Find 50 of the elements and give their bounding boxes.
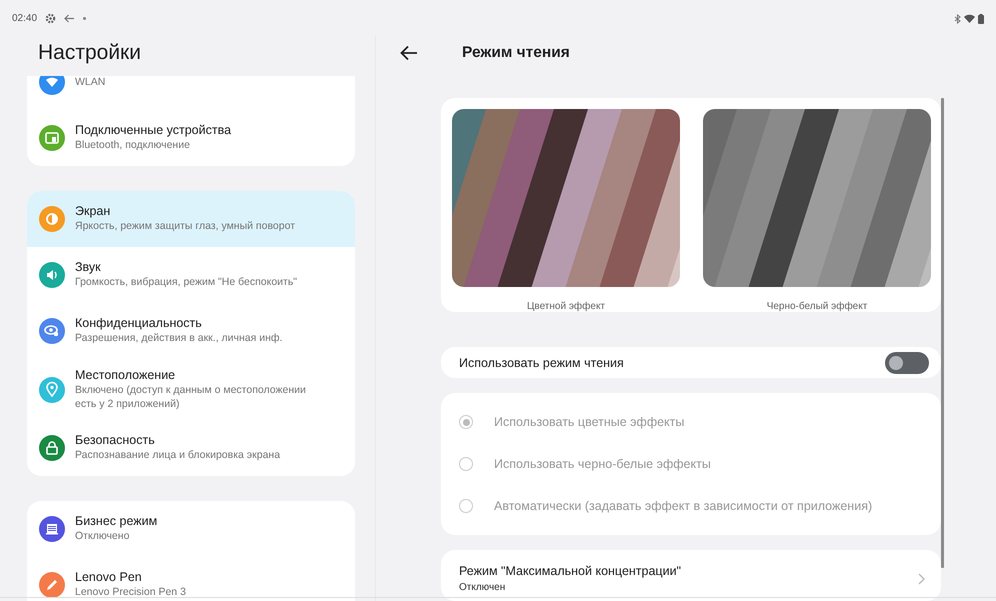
toggle-label: Использовать режим чтения bbox=[459, 356, 624, 370]
toggle-switch[interactable] bbox=[885, 352, 929, 374]
radio-label: Автоматически (задавать эффект в зависимости от приложения) bbox=[494, 499, 872, 513]
item-subtitle: WLAN bbox=[75, 76, 106, 90]
scrollbar[interactable] bbox=[941, 98, 944, 568]
item-subtitle: Lenovo Precision Pen 3 bbox=[75, 586, 186, 600]
preview-caption: Черно-белый эффект bbox=[766, 301, 868, 312]
settings-item[interactable]: Lenovo Pen Lenovo Precision Pen 3 bbox=[27, 557, 355, 601]
item-title: Безопасность bbox=[75, 433, 156, 448]
dot-icon bbox=[83, 16, 86, 20]
page-title: Настройки bbox=[38, 41, 142, 66]
chevron-icon bbox=[918, 572, 925, 584]
item-title: Подключенные устройства bbox=[75, 123, 232, 138]
status-time: 02:40 bbox=[12, 12, 38, 24]
screen-title: Режим чтения bbox=[462, 44, 570, 62]
settings-item[interactable]: Экран Яркость, режим защиты глаз, умный поворот bbox=[27, 191, 355, 247]
item-title: Экран bbox=[75, 204, 112, 218]
item-title: Местоположение bbox=[75, 368, 176, 382]
settings-item[interactable]: Подключенные устройства Bluetooth, подключение bbox=[27, 110, 355, 166]
settings-item[interactable]: WLAN bbox=[27, 76, 355, 110]
settings-item[interactable]: Конфиденциальность Разрешения, действия в акк., личная инф. bbox=[27, 303, 355, 359]
radio-label: Использовать цветные эффекты bbox=[494, 415, 684, 429]
settings-item[interactable]: Местоположение Включено (доступ к данным о местоположении есть у 2 приложений) bbox=[27, 359, 355, 420]
settings-item[interactable]: Безопасность Распознавание лица и блокировка экрана bbox=[27, 420, 355, 476]
row-subtitle: Отключен bbox=[459, 582, 506, 593]
item-title: Lenovo Pen bbox=[75, 570, 143, 584]
back-arrow-icon bbox=[400, 45, 418, 61]
battery-icon bbox=[978, 14, 984, 24]
item-subtitle: Отключено bbox=[75, 530, 130, 544]
row-title: Режим "Максимальной концентрации" bbox=[459, 564, 681, 578]
item-subtitle: Яркость, режим защиты глаз, умный поворот bbox=[75, 220, 296, 234]
item-subtitle: Громкость, вибрация, режим "Не беспокоить" bbox=[75, 276, 298, 290]
item-title: Конфиденциальность bbox=[75, 316, 203, 330]
concentration-row[interactable]: Режим "Максимальной концентрации" Отключен bbox=[441, 550, 941, 601]
settings-item[interactable]: Бизнес режим Отключено bbox=[27, 501, 355, 558]
settings-item[interactable]: Звук Громкость, вибрация, режим "Не беспокоить" bbox=[27, 247, 355, 303]
wifi-icon bbox=[964, 14, 975, 23]
preview-caption: Цветной эффект bbox=[526, 301, 606, 312]
stripes-drawing[interactable] bbox=[703, 109, 931, 287]
item-title: Бизнес режим bbox=[75, 514, 158, 528]
item-title: Звук bbox=[75, 260, 102, 274]
settings-icon bbox=[45, 12, 56, 24]
item-subtitle: Разрешения, действия в акк., личная инф. bbox=[75, 332, 282, 346]
item-subtitle: Bluetooth, подключение bbox=[75, 139, 191, 153]
back-arrow-icon bbox=[64, 14, 76, 22]
radio-label: Использовать черно-белые эффекты bbox=[494, 457, 711, 471]
bluetooth-icon bbox=[954, 14, 961, 24]
item-subtitle: Включено (доступ к данным о местоположении есть у 2 приложений) bbox=[75, 384, 307, 412]
toggle-row[interactable]: Использовать режим чтения bbox=[441, 347, 941, 378]
item-subtitle: Распознавание лица и блокировка экрана bbox=[75, 449, 280, 464]
